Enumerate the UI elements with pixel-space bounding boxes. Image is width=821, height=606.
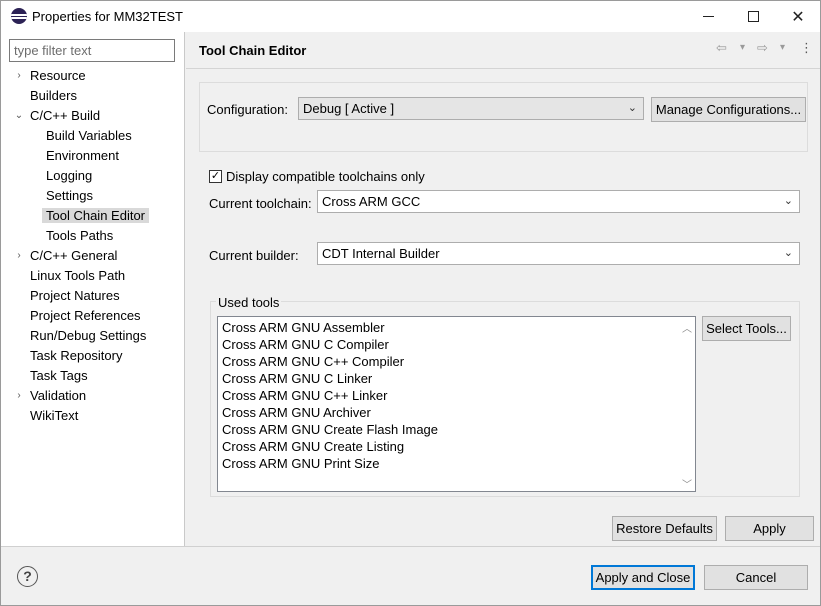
header-divider bbox=[186, 68, 820, 69]
configuration-label: Configuration: bbox=[207, 102, 288, 117]
list-item[interactable]: Cross ARM GNU Create Flash Image bbox=[222, 421, 438, 438]
expand-arrow-icon[interactable]: › bbox=[14, 386, 24, 406]
tree-item-linux-tools-path[interactable]: Linux Tools Path bbox=[30, 266, 125, 286]
list-item[interactable]: Cross ARM GNU C++ Linker bbox=[222, 387, 387, 404]
tree-item-tools-paths[interactable]: Tools Paths bbox=[46, 226, 113, 246]
maximize-button[interactable] bbox=[731, 1, 775, 32]
configuration-value: Debug [ Active ] bbox=[303, 101, 395, 116]
apply-button[interactable]: Apply bbox=[725, 516, 814, 541]
current-builder-select[interactable]: CDT Internal Builder ⌄ bbox=[317, 242, 800, 265]
list-item[interactable]: Cross ARM GNU Create Listing bbox=[222, 438, 404, 455]
current-toolchain-label: Current toolchain: bbox=[209, 196, 312, 211]
tree-item-builders[interactable]: Builders bbox=[30, 86, 77, 106]
chevron-down-icon: ⌄ bbox=[783, 247, 793, 259]
forward-arrow-icon[interactable]: ⇨ bbox=[757, 40, 768, 56]
filter-input[interactable] bbox=[9, 39, 175, 62]
tree-item-project-references[interactable]: Project References bbox=[30, 306, 141, 326]
back-menu-chevron-icon[interactable]: ▾ bbox=[740, 42, 745, 53]
expand-arrow-icon[interactable]: › bbox=[14, 246, 24, 266]
compatible-toolchains-checkbox[interactable]: ✓ bbox=[209, 170, 222, 183]
window-title: Properties for MM32TEST bbox=[32, 9, 183, 24]
scroll-up-icon[interactable]: ︿ bbox=[681, 320, 693, 335]
tree-item-resource[interactable]: › Resource bbox=[17, 66, 85, 86]
cancel-button[interactable]: Cancel bbox=[704, 565, 808, 590]
eclipse-app-icon bbox=[11, 8, 27, 24]
select-tools-button[interactable]: Select Tools... bbox=[702, 316, 791, 341]
apply-and-close-button[interactable]: Apply and Close bbox=[591, 565, 695, 590]
close-button[interactable]: ✕ bbox=[776, 1, 820, 32]
forward-menu-chevron-icon[interactable]: ▾ bbox=[780, 42, 785, 53]
tree-item-validation[interactable]: › Validation bbox=[17, 386, 86, 406]
current-toolchain-select[interactable]: Cross ARM GCC ⌄ bbox=[317, 190, 800, 213]
more-options-icon[interactable]: ⋮ bbox=[800, 40, 813, 56]
scroll-down-icon[interactable]: ﹀ bbox=[681, 476, 693, 491]
checkmark-icon: ✓ bbox=[210, 170, 221, 182]
tree-item-build-variables[interactable]: Build Variables bbox=[46, 126, 132, 146]
maximize-icon bbox=[747, 11, 759, 22]
tree-item-wikitext[interactable]: WikiText bbox=[30, 406, 78, 426]
tree-item-task-tags[interactable]: Task Tags bbox=[30, 366, 88, 386]
tree-item-cpp-general[interactable]: › C/C++ General bbox=[17, 246, 117, 266]
tree-item-tool-chain-editor[interactable]: Tool Chain Editor bbox=[42, 206, 149, 226]
used-tools-title: Used tools bbox=[216, 295, 282, 310]
tree-item-project-natures[interactable]: Project Natures bbox=[30, 286, 120, 306]
list-item[interactable]: Cross ARM GNU C Compiler bbox=[222, 336, 389, 353]
manage-configurations-button[interactable]: Manage Configurations... bbox=[651, 97, 806, 122]
tree-item-logging[interactable]: Logging bbox=[46, 166, 92, 186]
used-tools-list[interactable]: Cross ARM GNU Assembler Cross ARM GNU C … bbox=[217, 316, 696, 492]
tree-item-run-debug-settings[interactable]: Run/Debug Settings bbox=[30, 326, 146, 346]
close-icon: ✕ bbox=[791, 8, 805, 26]
minimize-icon bbox=[702, 16, 714, 17]
tree-item-settings[interactable]: Settings bbox=[46, 186, 93, 206]
page-title: Tool Chain Editor bbox=[199, 43, 307, 58]
compatible-toolchains-label: Display compatible toolchains only bbox=[226, 169, 425, 184]
back-arrow-icon[interactable]: ⇦ bbox=[716, 40, 727, 56]
current-toolchain-value: Cross ARM GCC bbox=[322, 194, 421, 209]
chevron-down-icon: ⌄ bbox=[627, 102, 637, 114]
list-item[interactable]: Cross ARM GNU Archiver bbox=[222, 404, 371, 421]
current-builder-value: CDT Internal Builder bbox=[322, 246, 440, 261]
title-bar: Properties for MM32TEST ✕ bbox=[1, 1, 820, 32]
list-item[interactable]: Cross ARM GNU C Linker bbox=[222, 370, 372, 387]
minimize-button[interactable] bbox=[686, 1, 730, 32]
configuration-select[interactable]: Debug [ Active ] ⌄ bbox=[298, 97, 644, 120]
page-navigation: ⇦ ▾ ⇨ ▾ ⋮ bbox=[716, 40, 816, 60]
properties-navigation: › Resource Builders ⌄ C/C++ Build Build … bbox=[1, 32, 185, 546]
tree-item-task-repository[interactable]: Task Repository bbox=[30, 346, 122, 366]
tree-item-cpp-build[interactable]: ⌄ C/C++ Build bbox=[15, 106, 100, 126]
restore-defaults-button[interactable]: Restore Defaults bbox=[612, 516, 717, 541]
tree-item-environment[interactable]: Environment bbox=[46, 146, 119, 166]
chevron-down-icon: ⌄ bbox=[783, 195, 793, 207]
help-icon[interactable]: ? bbox=[17, 566, 38, 587]
list-item[interactable]: Cross ARM GNU C++ Compiler bbox=[222, 353, 404, 370]
tool-chain-editor-page: Tool Chain Editor ⇦ ▾ ⇨ ▾ ⋮ Configuratio… bbox=[186, 32, 820, 546]
properties-dialog: Properties for MM32TEST ✕ › Resource Bui… bbox=[0, 0, 821, 606]
dialog-button-bar: ? Apply and Close Cancel bbox=[1, 546, 820, 605]
list-item[interactable]: Cross ARM GNU Assembler bbox=[222, 319, 385, 336]
collapse-arrow-icon[interactable]: ⌄ bbox=[14, 106, 24, 126]
list-item[interactable]: Cross ARM GNU Print Size bbox=[222, 455, 379, 472]
current-builder-label: Current builder: bbox=[209, 248, 299, 263]
expand-arrow-icon[interactable]: › bbox=[14, 66, 24, 86]
